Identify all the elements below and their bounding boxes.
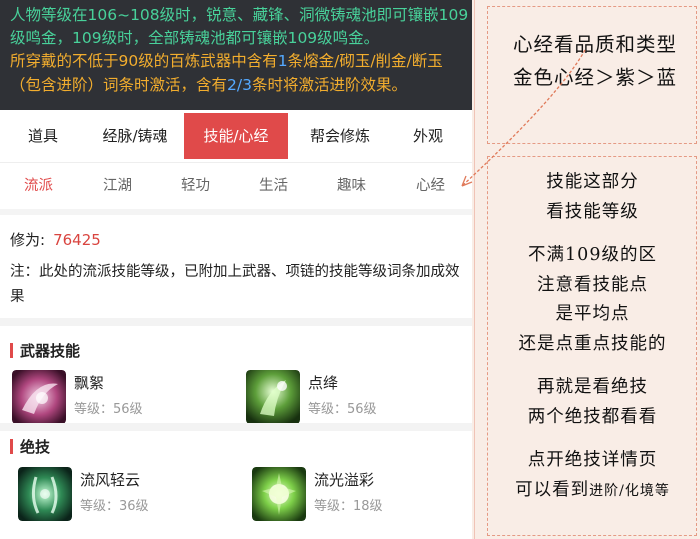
annotation-arrow [461,49,586,187]
